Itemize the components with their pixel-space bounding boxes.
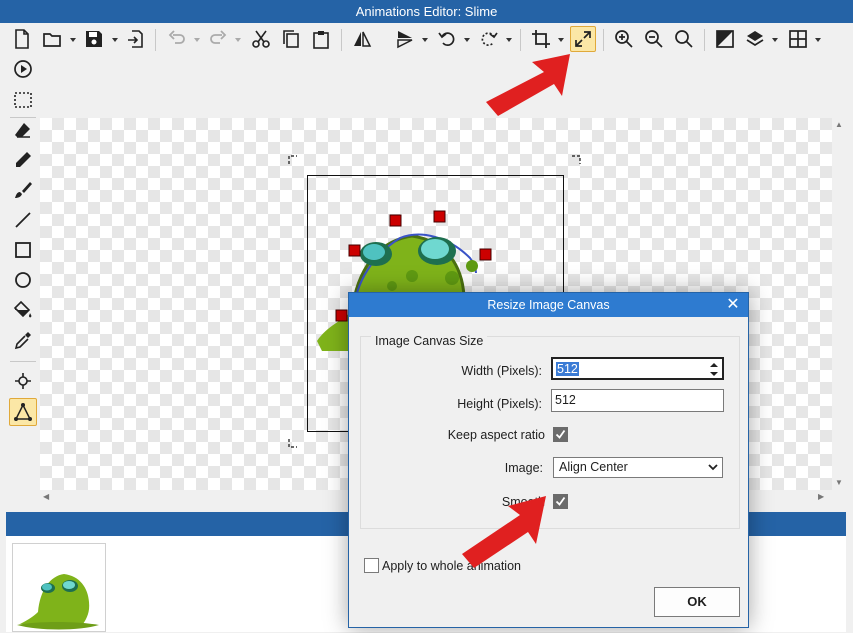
height-field[interactable]: 512 [551,389,724,412]
smooth-checkbox[interactable] [553,494,568,509]
eraser-icon[interactable] [9,116,37,144]
checkmark-icon [555,429,566,439]
scroll-left-icon[interactable]: ◀ [43,492,49,501]
frame-corner-top-left[interactable] [288,155,298,165]
rotate-right-dropdown-icon[interactable] [505,33,513,45]
save-icon[interactable] [81,26,107,52]
fill-bucket-icon[interactable] [9,296,37,324]
frame-corner-bottom-left[interactable] [288,438,298,448]
zoom-in-icon[interactable] [611,26,637,52]
slime-thumbnail-image [17,574,99,630]
resize-canvas-dialog: Resize Image Canvas ✕ Image Canvas Size … [348,292,749,628]
brush-icon[interactable] [9,176,37,204]
tools-separator [10,361,36,362]
width-field[interactable]: 512 [551,357,724,380]
keep-aspect-label: Keep aspect ratio [447,428,545,442]
resize-canvas-icon[interactable] [570,26,596,52]
line-icon[interactable] [9,206,37,234]
play-icon[interactable] [9,55,37,83]
zoom-fit-icon[interactable] [671,26,697,52]
width-value: 512 [556,362,579,376]
frame-thumbnail[interactable] [12,543,106,632]
main-toolbar [0,23,853,57]
toolbar-separator [341,29,342,51]
open-folder-icon[interactable] [39,26,65,52]
ellipse-icon[interactable] [9,266,37,294]
height-label: Height (Pixels): [457,397,542,411]
vertical-scrollbar[interactable]: ▲ ▼ [832,118,846,490]
flip-dropdown-icon[interactable] [421,33,429,45]
zoom-out-icon[interactable] [641,26,667,52]
redo-icon[interactable] [205,26,231,52]
image-align-select[interactable]: Align Center [553,457,723,478]
undo-icon[interactable] [164,26,190,52]
grid-dropdown-icon[interactable] [814,33,822,45]
rectangle-icon[interactable] [9,236,37,264]
scroll-down-icon[interactable]: ▼ [835,478,843,487]
crop-icon[interactable] [528,26,554,52]
rotate-left-icon[interactable] [434,26,460,52]
export-icon[interactable] [123,26,149,52]
new-file-icon[interactable] [9,26,35,52]
rotate-right-icon[interactable] [476,26,502,52]
pencil-icon[interactable] [9,146,37,174]
keep-aspect-checkbox[interactable] [553,427,568,442]
scroll-up-icon[interactable]: ▲ [835,120,843,129]
point-icon[interactable] [9,367,37,395]
layers-dropdown-icon[interactable] [771,33,779,45]
cut-icon[interactable] [248,26,274,52]
polygon-icon[interactable] [9,398,37,426]
group-title: Image Canvas Size [371,334,488,348]
flip-vertical-icon[interactable] [392,26,418,52]
frame-corner-top-right[interactable] [571,155,581,165]
close-icon[interactable]: ✕ [724,295,742,315]
rotate-left-dropdown-icon[interactable] [463,33,471,45]
open-dropdown-icon[interactable] [69,33,77,45]
background-icon[interactable] [712,26,738,52]
height-value: 512 [555,393,576,407]
flip-horizontal-icon[interactable] [349,26,375,52]
eyedropper-icon[interactable] [9,326,37,354]
redo-dropdown-icon[interactable] [234,33,242,45]
ok-button[interactable]: OK [654,587,740,617]
checkmark-icon [555,496,566,506]
crop-dropdown-icon[interactable] [557,33,565,45]
image-label: Image: [504,461,543,475]
toolbar-separator [155,29,156,51]
save-dropdown-icon[interactable] [111,33,119,45]
chevron-down-icon [708,464,718,471]
spinner-icon[interactable] [709,361,719,378]
copy-icon[interactable] [278,26,304,52]
image-align-value: Align Center [559,460,628,474]
toolbar-separator [704,29,705,51]
selection-icon[interactable] [9,86,37,114]
dialog-title: Resize Image Canvas [349,293,748,317]
width-label: Width (Pixels): [461,364,542,378]
toolbar-separator [603,29,604,51]
toolbar-separator [520,29,521,51]
grid-icon[interactable] [785,26,811,52]
apply-whole-animation-checkbox[interactable] [364,558,379,573]
scroll-right-icon[interactable]: ▶ [818,492,824,501]
tools-panel [0,57,44,497]
layers-icon[interactable] [742,26,768,52]
paste-icon[interactable] [308,26,334,52]
annotation-arrow-toolbar [486,54,570,116]
window-title: Animations Editor: Slime [0,0,853,23]
annotation-arrow-smooth [462,496,546,568]
undo-dropdown-icon[interactable] [193,33,201,45]
